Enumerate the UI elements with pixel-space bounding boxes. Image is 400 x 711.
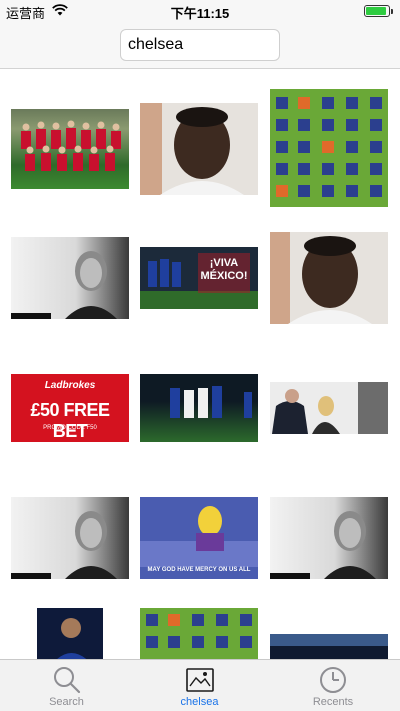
- ladbrokes-promo: PROMO CODE F50: [43, 425, 97, 431]
- result-image-ladbrokes[interactable]: Ladbrokes £50 FREE BET PROMO CODE F50: [11, 374, 129, 442]
- result-image-team-photo[interactable]: [11, 109, 129, 189]
- result-image-man-portrait-2[interactable]: [270, 232, 388, 324]
- man-portrait-graphic: [270, 232, 388, 324]
- headshots-grid-graphic: [140, 608, 258, 659]
- status-bar: 运营商 下午11:15: [0, 0, 400, 22]
- result-image-press-conference[interactable]: [270, 382, 388, 434]
- result-image-viva-mexico[interactable]: ¡VIVA MÉXICO!: [140, 247, 258, 309]
- result-image-headshots-grid[interactable]: [270, 89, 388, 207]
- meme-caption: MAY GOD HAVE MERCY ON US ALL: [147, 567, 251, 573]
- press-conference-graphic: [270, 382, 388, 434]
- result-image-pitch-players[interactable]: [140, 374, 258, 442]
- result-image-cartoon-meme[interactable]: MAY GOD HAVE MERCY ON US ALL: [140, 497, 258, 579]
- status-time: 下午11:15: [170, 6, 230, 21]
- clock-icon: [318, 665, 348, 695]
- tab-recents[interactable]: Recents: [266, 660, 400, 711]
- ladbrokes-offer: £50 FREE BET: [30, 400, 110, 441]
- image-icon: [185, 665, 215, 695]
- result-image-woman-portrait-2[interactable]: [11, 497, 129, 579]
- nav-bar: [0, 22, 400, 69]
- viva-mexico-text: ¡VIVA MÉXICO!: [198, 257, 250, 283]
- result-image-player-closeup[interactable]: [37, 608, 103, 659]
- tab-search[interactable]: Search: [0, 660, 133, 711]
- tab-recents-label: Recents: [312, 696, 354, 708]
- tab-results-label: chelsea: [180, 696, 219, 708]
- team-photo-graphic: [21, 120, 121, 171]
- result-image-stadium[interactable]: [270, 634, 388, 659]
- search-input[interactable]: [120, 29, 280, 61]
- image-results-grid[interactable]: ¡VIVA MÉXICO! Ladbrokes £50 FREE BET PRO…: [0, 69, 400, 659]
- man-portrait-graphic: [140, 103, 258, 195]
- result-image-woman-portrait[interactable]: [11, 237, 129, 319]
- tab-results[interactable]: chelsea: [133, 660, 266, 711]
- woman-portrait-graphic: [11, 251, 117, 319]
- battery-icon: [364, 5, 393, 17]
- result-image-headshots-grid-2[interactable]: [140, 608, 258, 659]
- viva-mexico-line1: ¡VIVA: [209, 257, 239, 269]
- tab-search-label: Search: [49, 696, 84, 708]
- search-icon: [52, 665, 82, 695]
- result-image-man-portrait[interactable]: [140, 103, 258, 195]
- woman-portrait-graphic: [270, 511, 376, 579]
- viva-mexico-line2: MÉXICO!: [200, 270, 248, 282]
- woman-portrait-graphic: [11, 511, 117, 579]
- result-image-woman-portrait-3[interactable]: [270, 497, 388, 579]
- player-closeup-graphic: [57, 618, 87, 659]
- headshots-grid-graphic: [270, 89, 388, 207]
- app-screen: 运营商 下午11:15 chelsea ¡VIVA MÉXICO! Ladbro…: [0, 0, 400, 711]
- tab-bar: Search chelsea Recents: [0, 659, 400, 711]
- pitch-players-graphic: [170, 386, 252, 418]
- ladbrokes-brand: Ladbrokes: [44, 380, 96, 391]
- stadium-graphic: [270, 634, 388, 659]
